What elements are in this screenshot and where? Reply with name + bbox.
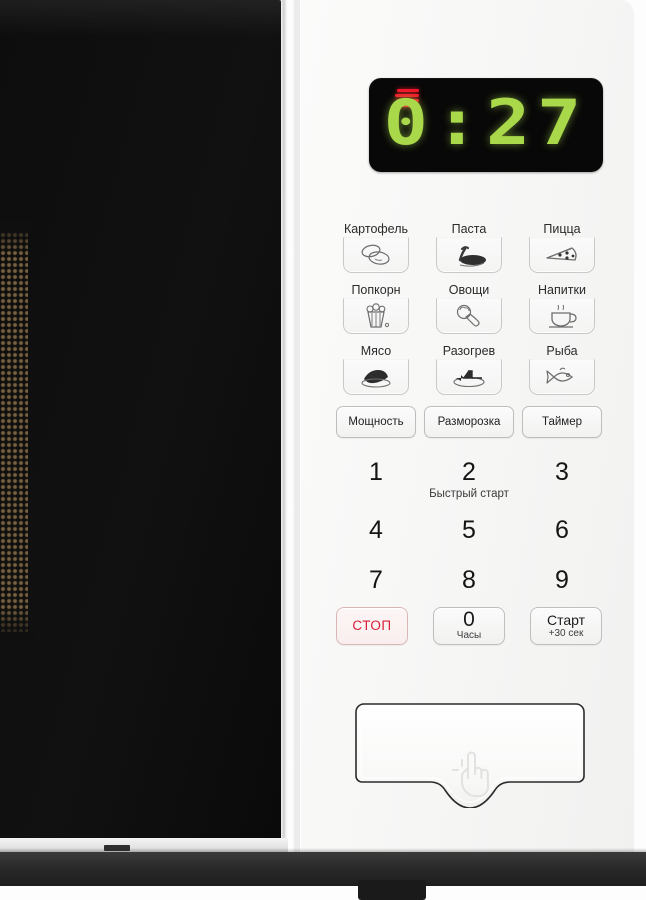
pasta-icon [458, 246, 486, 267]
keypad-row-1: 1 2 3 [336, 458, 602, 486]
preset-label: Овощи [448, 283, 490, 297]
preset-beverages[interactable]: Напитки [522, 283, 602, 334]
key-9[interactable]: 9 [522, 566, 602, 594]
door-glass-window [0, 0, 282, 840]
reheat-plate-icon [453, 370, 485, 388]
start-button[interactable]: Старт +30 сек [530, 607, 602, 645]
preset-key[interactable] [343, 298, 409, 334]
start-label: Старт [546, 612, 586, 628]
preset-reheat[interactable]: Разогрев [429, 344, 509, 395]
key-1[interactable]: 1 [336, 458, 416, 486]
key-3[interactable]: 3 [522, 458, 602, 486]
preset-key[interactable] [436, 298, 502, 334]
quick-start-label: Быстрый старт [429, 488, 509, 500]
control-panel: 0:27 Картофель Паста Пицца Попкорн Овощи… [300, 0, 634, 856]
preset-label: Картофель [343, 222, 409, 236]
door-screen-mesh [0, 232, 28, 632]
key-5[interactable]: 5 [429, 516, 509, 544]
keypad-row-3: 7 8 9 [336, 566, 602, 594]
door-open-button[interactable] [352, 700, 588, 808]
preset-key[interactable] [436, 237, 502, 273]
stop-button[interactable]: СТОП [336, 607, 408, 645]
preset-fish[interactable]: Рыба [522, 344, 602, 395]
power-button[interactable]: Мощность [336, 406, 416, 438]
preset-key[interactable] [529, 359, 595, 395]
preset-key[interactable] [343, 237, 409, 273]
keypad-row-2: 4 5 6 [336, 516, 602, 544]
hand-press-icon [450, 744, 494, 800]
preset-meat[interactable]: Мясо [336, 344, 416, 395]
vegetables-icon [456, 304, 480, 327]
preset-label: Паста [451, 222, 487, 236]
preset-label: Попкорн [351, 283, 401, 297]
pizza-icon [546, 247, 577, 261]
beverage-cup-icon [549, 304, 577, 328]
preset-label: Рыба [546, 344, 578, 358]
fish-icon [546, 367, 574, 384]
oven-door[interactable] [0, 0, 290, 854]
preset-row-3: Мясо Разогрев Рыба [336, 344, 602, 395]
key-6[interactable]: 6 [522, 516, 602, 544]
oven-foot [358, 880, 426, 900]
numeric-keypad: 1 2 3 Быстрый старт 4 5 6 7 8 9 [336, 458, 602, 616]
display-time: 0:27 [383, 86, 589, 159]
preset-grid: Картофель Паста Пицца Попкорн Овощи Напи… [336, 222, 602, 405]
meat-icon [361, 370, 391, 388]
preset-pizza[interactable]: Пицца [522, 222, 602, 273]
stop-label: СТОП [352, 618, 392, 633]
start-plus30-label: +30 сек [548, 628, 584, 639]
preset-pasta[interactable]: Паста [429, 222, 509, 273]
preset-row-1: Картофель Паста Пицца [336, 222, 602, 273]
popcorn-icon [366, 303, 390, 328]
potato-icon [361, 244, 390, 265]
preset-key[interactable] [436, 359, 502, 395]
key-8[interactable]: 8 [429, 566, 509, 594]
keypad-row-1-wrap: 1 2 3 Быстрый старт [336, 458, 602, 500]
preset-key[interactable] [529, 237, 595, 273]
preset-label: Пицца [543, 222, 581, 236]
preset-label: Мясо [360, 344, 392, 358]
oven-base [0, 852, 646, 886]
led-display: 0:27 [369, 78, 603, 172]
bottom-control-row: СТОП 0 Часы Старт +30 сек [336, 607, 602, 645]
preset-key[interactable] [343, 359, 409, 395]
zero-clock-button[interactable]: 0 Часы [433, 607, 505, 645]
preset-potato[interactable]: Картофель [336, 222, 416, 273]
defrost-button[interactable]: Разморозка [424, 406, 514, 438]
function-button-row: Мощность Разморозка Таймер [336, 406, 602, 438]
timer-button[interactable]: Таймер [522, 406, 602, 438]
key-7[interactable]: 7 [336, 566, 416, 594]
clock-label: Часы [456, 630, 482, 641]
preset-label: Напитки [538, 283, 586, 297]
zero-label: 0 [463, 608, 475, 631]
key-2[interactable]: 2 [429, 458, 509, 486]
preset-vegetables[interactable]: Овощи [429, 283, 509, 334]
preset-key[interactable] [529, 298, 595, 334]
preset-row-2: Попкорн Овощи Напитки [336, 283, 602, 334]
door-right-edge [281, 0, 289, 846]
microwave-oven: 0:27 Картофель Паста Пицца Попкорн Овощи… [0, 0, 646, 900]
preset-label: Разогрев [442, 344, 496, 358]
key-4[interactable]: 4 [336, 516, 416, 544]
preset-popcorn[interactable]: Попкорн [336, 283, 416, 334]
